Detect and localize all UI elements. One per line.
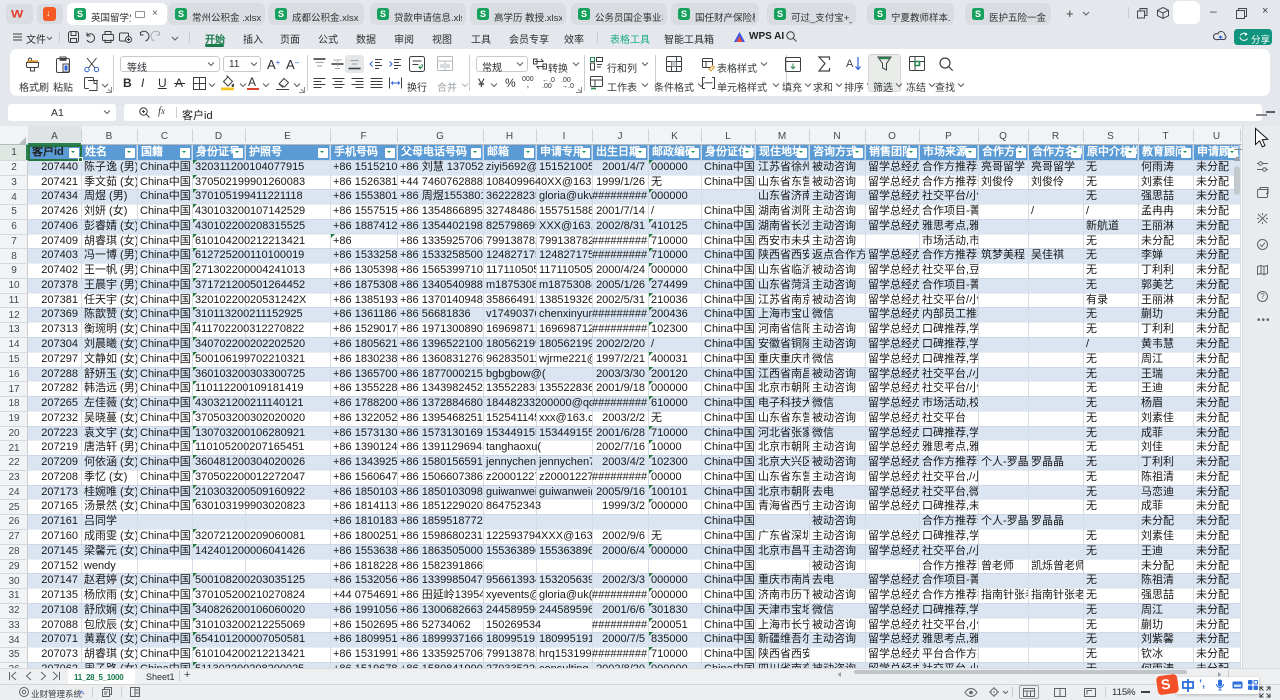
svg-text:A: A <box>846 58 854 70</box>
svg-text:?: ? <box>1260 292 1265 301</box>
